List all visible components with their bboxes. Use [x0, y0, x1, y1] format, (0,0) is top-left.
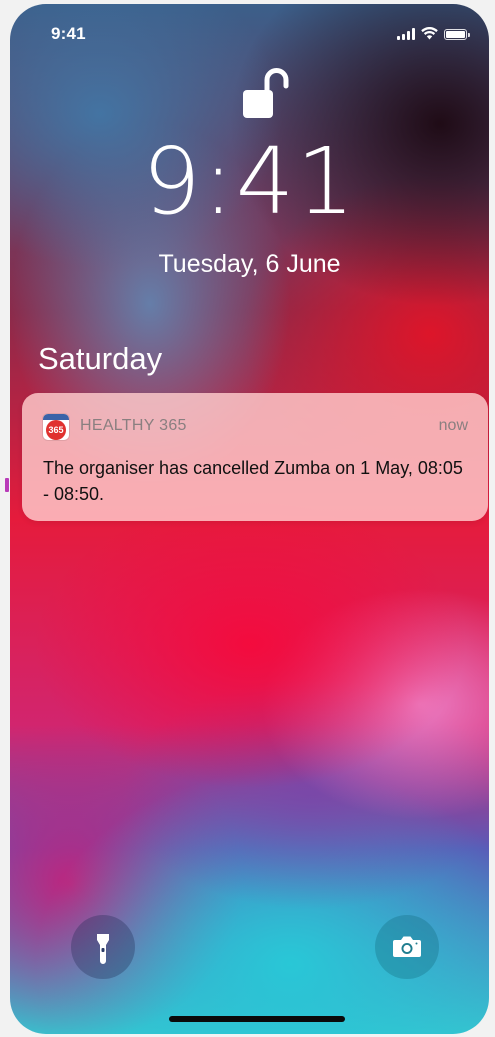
- lock-clock: 9:41: [142, 128, 357, 235]
- camera-button[interactable]: [375, 915, 439, 979]
- status-time: 9:41: [51, 24, 86, 43]
- status-icons: [397, 26, 470, 40]
- wifi-icon: [421, 27, 438, 40]
- calendar-365-icon: 365: [43, 414, 69, 440]
- edge-marker: [5, 478, 9, 492]
- notification-time: now: [438, 417, 468, 434]
- home-indicator[interactable]: [169, 1016, 345, 1022]
- lock-date: Tuesday, 6 June: [158, 250, 341, 278]
- notification-message: The organiser has cancelled Zumba on 1 M…: [43, 458, 463, 504]
- app-icon-label: 365: [46, 420, 66, 440]
- flashlight-button[interactable]: [71, 915, 135, 979]
- lock-screen: 9:41 9:41 Tuesday, 6 June Saturday 365 H…: [10, 4, 489, 1034]
- notification-app-name: HEALTHY 365: [80, 417, 187, 434]
- cellular-signal-icon: [397, 28, 415, 40]
- screenshot-frame: 9:41 9:41 Tuesday, 6 June Saturday 365 H…: [0, 0, 495, 1037]
- battery-icon: [444, 29, 470, 40]
- unlocked-padlock-icon: [243, 68, 289, 118]
- status-bar: 9:41: [10, 4, 489, 60]
- flashlight-icon: [97, 934, 109, 964]
- camera-icon: [393, 936, 421, 957]
- battery-level-fill: [446, 31, 465, 38]
- notification-card[interactable]: 365 HEALTHY 365 now The organiser has ca…: [22, 393, 488, 521]
- notification-group-title: Saturday: [38, 341, 163, 376]
